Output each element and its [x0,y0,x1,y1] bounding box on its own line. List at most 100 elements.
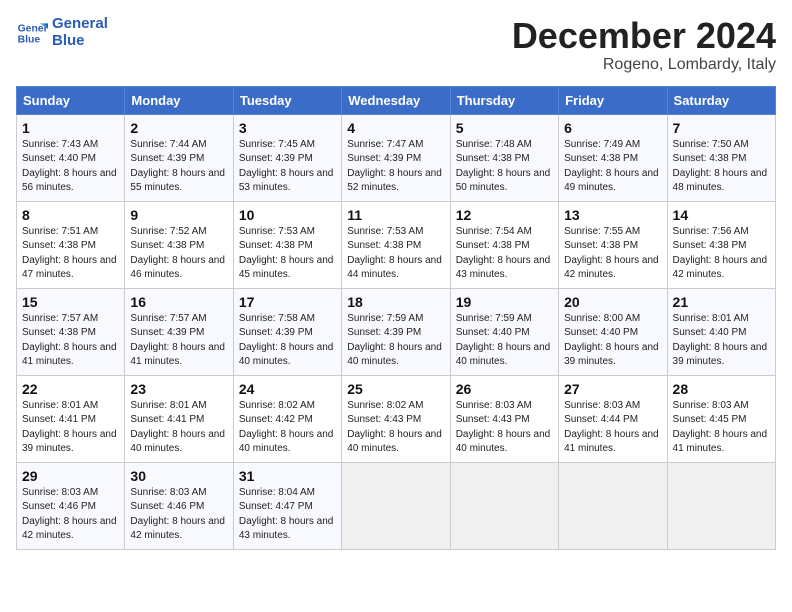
day-info: Sunrise: 7:59 AMSunset: 4:39 PMDaylight:… [347,312,444,370]
logo-line2: Blue [52,33,108,50]
day-info: Sunrise: 7:53 AMSunset: 4:38 PMDaylight:… [347,225,444,283]
day-info: Sunrise: 7:58 AMSunset: 4:39 PMDaylight:… [239,312,336,370]
day-info: Sunrise: 7:55 AMSunset: 4:38 PMDaylight:… [564,225,661,283]
calendar-cell: 30 Sunrise: 8:03 AMSunset: 4:46 PMDayligh… [125,462,233,549]
calendar-cell: 13 Sunrise: 7:55 AMSunset: 4:38 PMDayligh… [559,201,667,288]
day-info: Sunrise: 8:04 AMSunset: 4:47 PMDaylight:… [239,486,336,544]
day-number: 14 [673,207,770,223]
calendar-week-5: 29Sunrise: 8:03 AMSunset: 4:46 PMDayligh… [17,462,776,549]
svg-text:Blue: Blue [18,34,41,45]
calendar-cell: 7Sunrise: 7:50 AMSunset: 4:38 PMDaylight… [667,114,775,201]
day-number: 24 [239,381,336,397]
calendar-cell: 16Sunrise: 7:57 AMSunset: 4:39 PMDayligh… [125,288,233,375]
day-number: 15 [22,294,119,310]
day-info: Sunrise: 7:53 AMSunset: 4:38 PMDaylight:… [239,225,336,283]
calendar-cell [667,462,775,549]
calendar-cell: 19Sunrise: 7:59 AMSunset: 4:40 PMDayligh… [450,288,558,375]
weekday-header-monday: Monday [125,86,233,114]
day-info: Sunrise: 8:03 AMSunset: 4:45 PMDaylight:… [673,399,770,457]
day-info: Sunrise: 7:45 AMSunset: 4:39 PMDaylight:… [239,138,336,196]
weekday-header-wednesday: Wednesday [342,86,450,114]
day-number: 23 [130,381,227,397]
weekday-header-sunday: Sunday [17,86,125,114]
day-info: Sunrise: 7:48 AMSunset: 4:38 PMDaylight:… [456,138,553,196]
calendar-cell: 6Sunrise: 7:49 AMSunset: 4:38 PMDaylight… [559,114,667,201]
calendar-cell [450,462,558,549]
day-number: 8 [22,207,119,223]
day-info: Sunrise: 8:03 AMSunset: 4:46 PMDaylight:… [130,486,227,544]
weekday-header-saturday: Saturday [667,86,775,114]
day-number: 4 [347,120,444,136]
day-number: 28 [673,381,770,397]
day-info: Sunrise: 7:56 AMSunset: 4:38 PMDaylight:… [673,225,770,283]
calendar-cell: 21 Sunrise: 8:01 AMSunset: 4:40 PMDayligh… [667,288,775,375]
day-info: Sunrise: 7:49 AMSunset: 4:38 PMDaylight:… [564,138,661,196]
calendar-cell: 27 Sunrise: 8:03 AMSunset: 4:44 PMDayligh… [559,375,667,462]
logo-icon: General Blue [16,17,48,49]
calendar-cell: 10 Sunrise: 7:53 AMSunset: 4:38 PMDayligh… [233,201,341,288]
calendar-cell: 9Sunrise: 7:52 AMSunset: 4:38 PMDaylight… [125,201,233,288]
calendar-cell: 3 Sunrise: 7:45 AMSunset: 4:39 PMDaylight… [233,114,341,201]
calendar-cell: 2 Sunrise: 7:44 AMSunset: 4:39 PMDaylight… [125,114,233,201]
calendar-cell [559,462,667,549]
day-number: 7 [673,120,770,136]
calendar-cell: 4 Sunrise: 7:47 AMSunset: 4:39 PMDaylight… [342,114,450,201]
day-number: 17 [239,294,336,310]
day-number: 26 [456,381,553,397]
day-info: Sunrise: 8:01 AMSunset: 4:41 PMDaylight:… [22,399,119,457]
calendar-cell: 22Sunrise: 8:01 AMSunset: 4:41 PMDayligh… [17,375,125,462]
day-info: Sunrise: 7:59 AMSunset: 4:40 PMDaylight:… [456,312,553,370]
weekday-header-tuesday: Tuesday [233,86,341,114]
day-info: Sunrise: 7:43 AMSunset: 4:40 PMDaylight:… [22,138,119,196]
calendar-cell: 12Sunrise: 7:54 AMSunset: 4:38 PMDayligh… [450,201,558,288]
calendar-table: SundayMondayTuesdayWednesdayThursdayFrid… [16,86,776,550]
day-info: Sunrise: 8:01 AMSunset: 4:40 PMDaylight:… [673,312,770,370]
day-info: Sunrise: 7:47 AMSunset: 4:39 PMDaylight:… [347,138,444,196]
day-info: Sunrise: 7:57 AMSunset: 4:38 PMDaylight:… [22,312,119,370]
day-info: Sunrise: 8:03 AMSunset: 4:43 PMDaylight:… [456,399,553,457]
day-info: Sunrise: 7:51 AMSunset: 4:38 PMDaylight:… [22,225,119,283]
day-number: 13 [564,207,661,223]
calendar-cell: 24Sunrise: 8:02 AMSunset: 4:42 PMDayligh… [233,375,341,462]
day-info: Sunrise: 8:01 AMSunset: 4:41 PMDaylight:… [130,399,227,457]
weekday-header-thursday: Thursday [450,86,558,114]
page-header: General Blue General Blue December 2024 … [16,16,776,74]
calendar-cell: 17 Sunrise: 7:58 AMSunset: 4:39 PMDayligh… [233,288,341,375]
day-number: 1 [22,120,119,136]
day-number: 3 [239,120,336,136]
calendar-cell: 26 Sunrise: 8:03 AMSunset: 4:43 PMDayligh… [450,375,558,462]
day-number: 31 [239,468,336,484]
day-info: Sunrise: 7:44 AMSunset: 4:39 PMDaylight:… [130,138,227,196]
calendar-subtitle: Rogeno, Lombardy, Italy [512,56,776,74]
day-number: 11 [347,207,444,223]
calendar-week-3: 15 Sunrise: 7:57 AMSunset: 4:38 PMDayligh… [17,288,776,375]
day-number: 10 [239,207,336,223]
calendar-week-1: 1 Sunrise: 7:43 AMSunset: 4:40 PMDaylight… [17,114,776,201]
calendar-week-2: 8 Sunrise: 7:51 AMSunset: 4:38 PMDaylight… [17,201,776,288]
calendar-title: December 2024 [512,16,776,56]
day-info: Sunrise: 7:57 AMSunset: 4:39 PMDaylight:… [130,312,227,370]
weekday-header-row: SundayMondayTuesdayWednesdayThursdayFrid… [17,86,776,114]
day-number: 30 [130,468,227,484]
calendar-cell: 25Sunrise: 8:02 AMSunset: 4:43 PMDayligh… [342,375,450,462]
day-number: 2 [130,120,227,136]
day-info: Sunrise: 8:03 AMSunset: 4:44 PMDaylight:… [564,399,661,457]
calendar-cell: 20Sunrise: 8:00 AMSunset: 4:40 PMDayligh… [559,288,667,375]
logo-line1: General [52,16,108,33]
calendar-cell: 18Sunrise: 7:59 AMSunset: 4:39 PMDayligh… [342,288,450,375]
day-number: 21 [673,294,770,310]
day-number: 9 [130,207,227,223]
calendar-cell: 31 Sunrise: 8:04 AMSunset: 4:47 PMDayligh… [233,462,341,549]
day-number: 25 [347,381,444,397]
logo: General Blue General Blue [16,16,108,49]
calendar-body: 1 Sunrise: 7:43 AMSunset: 4:40 PMDaylight… [17,114,776,549]
calendar-cell: 5 Sunrise: 7:48 AMSunset: 4:38 PMDaylight… [450,114,558,201]
calendar-cell: 23 Sunrise: 8:01 AMSunset: 4:41 PMDayligh… [125,375,233,462]
calendar-cell [342,462,450,549]
day-number: 27 [564,381,661,397]
day-info: Sunrise: 8:03 AMSunset: 4:46 PMDaylight:… [22,486,119,544]
day-number: 5 [456,120,553,136]
calendar-cell: 1 Sunrise: 7:43 AMSunset: 4:40 PMDaylight… [17,114,125,201]
day-number: 20 [564,294,661,310]
calendar-cell: 11 Sunrise: 7:53 AMSunset: 4:38 PMDayligh… [342,201,450,288]
